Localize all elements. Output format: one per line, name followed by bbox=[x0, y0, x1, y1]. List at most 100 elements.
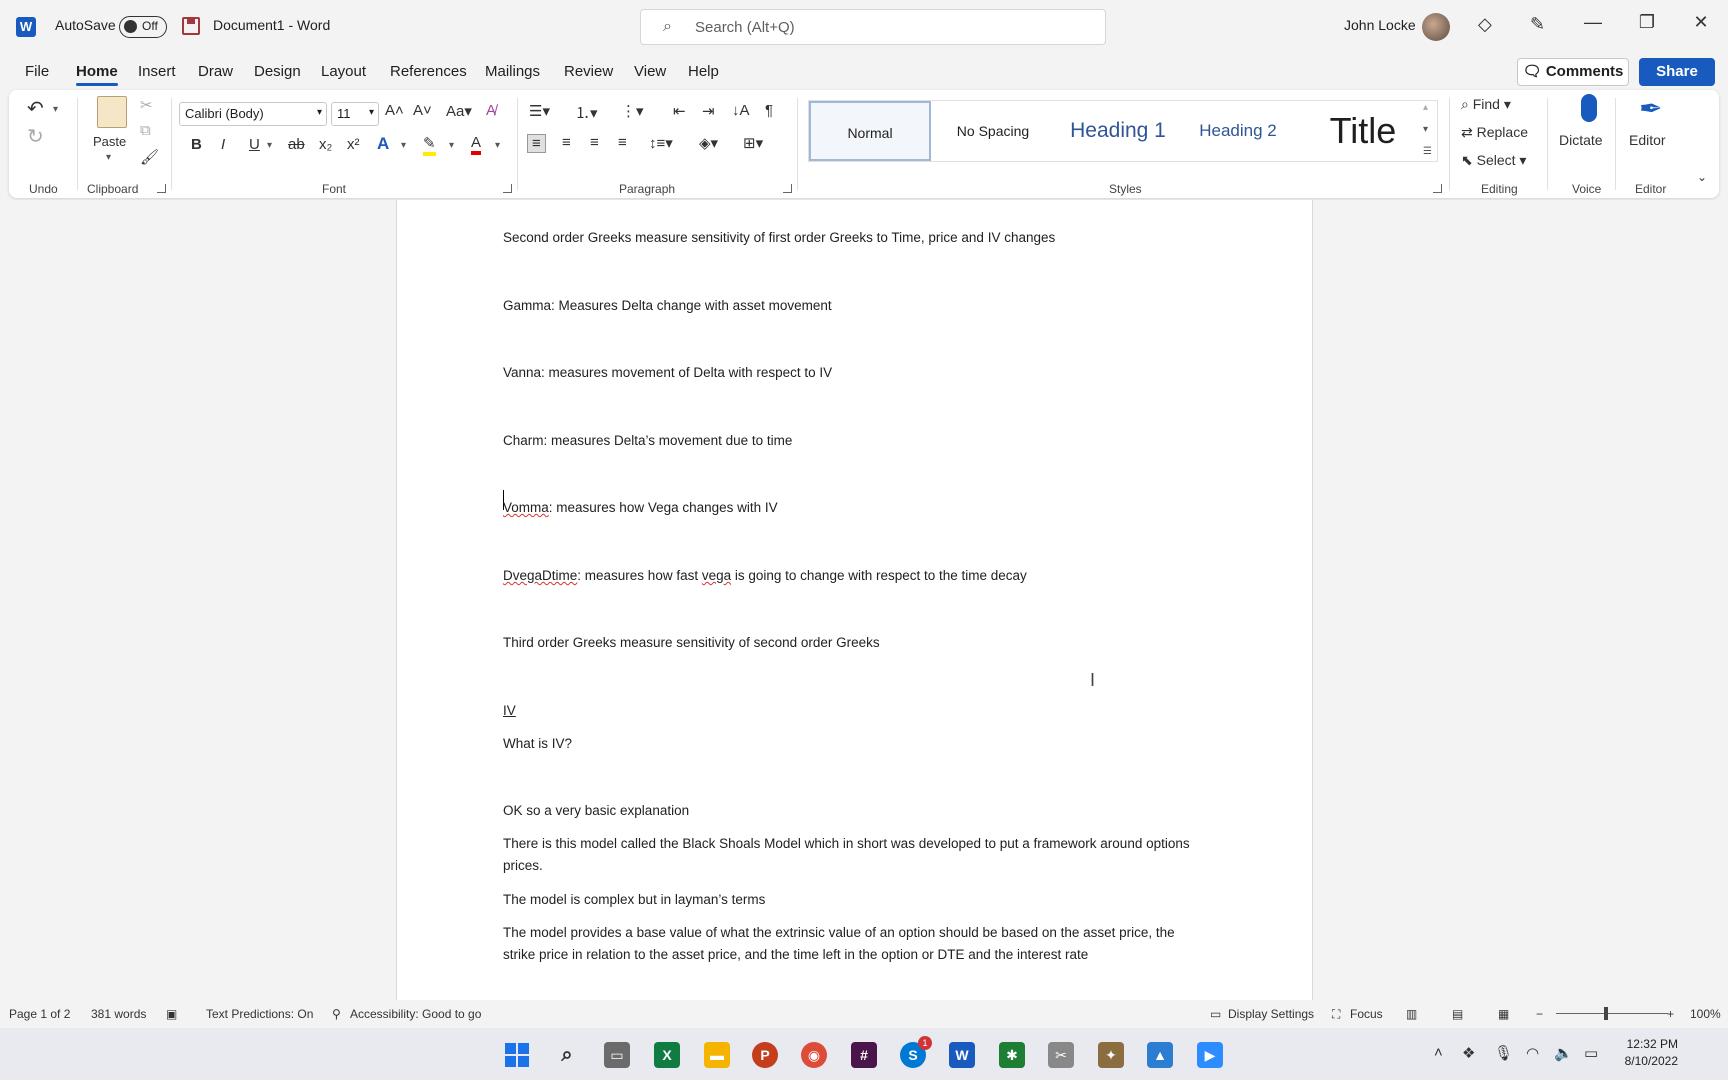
battery-icon[interactable]: ▭ bbox=[1584, 1044, 1598, 1062]
snipping-tool-icon[interactable]: ✂ bbox=[1048, 1042, 1074, 1068]
paste-icon[interactable] bbox=[97, 96, 127, 128]
word-icon[interactable]: W bbox=[949, 1042, 975, 1068]
tab-view[interactable]: View bbox=[634, 63, 666, 80]
zoom-slider-thumb[interactable] bbox=[1604, 1007, 1608, 1020]
tab-insert[interactable]: Insert bbox=[138, 63, 176, 80]
strikethrough-icon[interactable]: ab bbox=[288, 136, 305, 153]
more-styles-icon[interactable]: ☰ bbox=[1423, 146, 1432, 157]
launcher-icon[interactable] bbox=[783, 184, 792, 193]
chevron-down-icon[interactable]: ▾ bbox=[449, 140, 454, 151]
tab-references[interactable]: References bbox=[390, 63, 467, 80]
launcher-icon[interactable] bbox=[503, 184, 512, 193]
line-spacing-icon[interactable]: ↕≡▾ bbox=[649, 134, 673, 152]
style-no-spacing[interactable]: No Spacing bbox=[933, 101, 1053, 161]
dictate-label[interactable]: Dictate bbox=[1559, 132, 1603, 148]
zoom-app-icon[interactable]: ▶ bbox=[1197, 1042, 1223, 1068]
launcher-icon[interactable] bbox=[157, 184, 166, 193]
slack-icon[interactable]: # bbox=[851, 1042, 877, 1068]
format-painter-icon[interactable]: 🖌 bbox=[140, 148, 159, 166]
justify-icon[interactable]: ≡ bbox=[618, 134, 627, 151]
autosave-toggle[interactable]: Off bbox=[119, 16, 167, 38]
subscript-icon[interactable]: x₂ bbox=[319, 136, 332, 153]
user-name[interactable]: John Locke bbox=[1344, 17, 1416, 33]
shading-icon[interactable]: ◈▾ bbox=[699, 134, 718, 152]
find-button[interactable]: ⌕ Find ▾ bbox=[1461, 96, 1511, 113]
font-size-input[interactable]: 11 ▾ bbox=[331, 102, 379, 126]
copy-icon[interactable]: ⧉ bbox=[140, 122, 151, 139]
select-button[interactable]: ⬉ Select ▾ bbox=[1461, 152, 1526, 169]
zoom-out-icon[interactable]: − bbox=[1536, 1007, 1543, 1021]
tab-review[interactable]: Review bbox=[564, 63, 613, 80]
borders-icon[interactable]: ⊞▾ bbox=[743, 134, 763, 152]
chevron-down-icon[interactable]: ▾ bbox=[267, 140, 272, 151]
zoom-in-icon[interactable]: + bbox=[1667, 1007, 1674, 1021]
increase-indent-icon[interactable]: ⇥ bbox=[702, 102, 715, 120]
text-effects-icon[interactable]: A bbox=[377, 134, 389, 154]
chevron-up-icon[interactable]: ˄ bbox=[1434, 1044, 1443, 1061]
redo-icon[interactable]: ↻ bbox=[27, 124, 44, 149]
share-button[interactable]: Share bbox=[1639, 58, 1715, 86]
numbering-icon[interactable]: ⒈▾ bbox=[575, 102, 598, 123]
multilevel-list-icon[interactable]: ⋮▾ bbox=[621, 102, 644, 120]
superscript-icon[interactable]: x² bbox=[347, 136, 360, 153]
tab-layout[interactable]: Layout bbox=[321, 63, 366, 80]
page-count[interactable]: Page 1 of 2 bbox=[9, 1007, 70, 1021]
powerpoint-icon[interactable]: P bbox=[752, 1042, 778, 1068]
zoom-level[interactable]: 100% bbox=[1690, 1007, 1721, 1021]
microphone-icon[interactable]: 🎙 bbox=[1494, 1044, 1513, 1062]
restore-icon[interactable]: ❐ bbox=[1632, 12, 1662, 33]
chevron-down-icon[interactable]: ▾ bbox=[1423, 124, 1428, 135]
highlight-icon[interactable]: ✎ bbox=[423, 134, 436, 156]
system-clock[interactable]: 12:32 PM 8/10/2022 bbox=[1618, 1036, 1678, 1070]
italic-icon[interactable]: I bbox=[221, 136, 225, 153]
cut-icon[interactable]: ✂ bbox=[140, 96, 153, 114]
app-icon[interactable]: ✦ bbox=[1098, 1042, 1124, 1068]
print-layout-icon[interactable]: ▤ bbox=[1452, 1007, 1463, 1021]
tab-mailings[interactable]: Mailings bbox=[485, 63, 540, 80]
font-color-icon[interactable]: A bbox=[471, 134, 482, 155]
chevron-down-icon[interactable]: ▾ bbox=[495, 140, 500, 151]
proofing-icon[interactable]: ▣ bbox=[166, 1007, 177, 1021]
chevron-down-icon[interactable]: ▾ bbox=[53, 104, 58, 115]
read-mode-icon[interactable]: ▥ bbox=[1406, 1007, 1417, 1021]
photos-icon[interactable]: ▲ bbox=[1147, 1042, 1173, 1068]
editor-pen-icon[interactable]: ✒ bbox=[1639, 92, 1662, 125]
dropbox-icon[interactable]: ❖ bbox=[1462, 1044, 1475, 1062]
style-title[interactable]: Title bbox=[1295, 101, 1431, 161]
style-heading-2[interactable]: Heading 2 bbox=[1183, 101, 1293, 161]
word-count[interactable]: 381 words bbox=[91, 1007, 146, 1021]
diamond-icon[interactable]: ◇ bbox=[1478, 14, 1492, 35]
save-icon[interactable] bbox=[182, 17, 200, 35]
undo-icon[interactable]: ↶ bbox=[27, 96, 44, 121]
tab-file[interactable]: File bbox=[25, 63, 49, 80]
launcher-icon[interactable] bbox=[1433, 184, 1442, 193]
bullets-icon[interactable]: ☰▾ bbox=[529, 102, 550, 120]
search-box[interactable]: ⌕ Search (Alt+Q) bbox=[640, 9, 1106, 45]
tab-design[interactable]: Design bbox=[254, 63, 301, 80]
avatar[interactable] bbox=[1422, 13, 1450, 41]
align-right-icon[interactable]: ≡ bbox=[590, 134, 599, 151]
bold-icon[interactable]: B bbox=[191, 136, 202, 153]
excel-icon[interactable]: X bbox=[654, 1042, 680, 1068]
file-explorer-icon[interactable]: ▬ bbox=[704, 1042, 730, 1068]
wifi-icon[interactable]: ◠ bbox=[1526, 1044, 1539, 1062]
comments-button[interactable]: 🗨 Comments bbox=[1517, 58, 1629, 86]
windows-start-icon[interactable] bbox=[504, 1042, 530, 1068]
app-icon[interactable]: ✱ bbox=[999, 1042, 1025, 1068]
clear-formatting-icon[interactable]: A̸ bbox=[486, 102, 496, 119]
change-case-icon[interactable]: Aa▾ bbox=[446, 102, 472, 120]
shrink-font-icon[interactable]: A˅ bbox=[413, 102, 432, 119]
tab-draw[interactable]: Draw bbox=[198, 63, 233, 80]
chrome-icon[interactable]: ◉ bbox=[801, 1042, 827, 1068]
grow-font-icon[interactable]: A˄ bbox=[385, 102, 404, 119]
display-settings[interactable]: Display Settings bbox=[1228, 1007, 1314, 1021]
text-predictions[interactable]: Text Predictions: On bbox=[206, 1007, 313, 1021]
align-left-icon[interactable]: ≡ bbox=[527, 134, 546, 153]
search-icon[interactable]: ⌕ bbox=[554, 1042, 580, 1068]
editor-label[interactable]: Editor bbox=[1629, 132, 1666, 148]
document-page[interactable]: Second order Greeks measure sensitivity … bbox=[396, 200, 1313, 1000]
tab-home[interactable]: Home bbox=[76, 63, 118, 86]
style-normal[interactable]: Normal bbox=[809, 101, 931, 161]
close-icon[interactable]: ✕ bbox=[1686, 12, 1716, 33]
show-formatting-icon[interactable]: ¶ bbox=[765, 102, 773, 119]
